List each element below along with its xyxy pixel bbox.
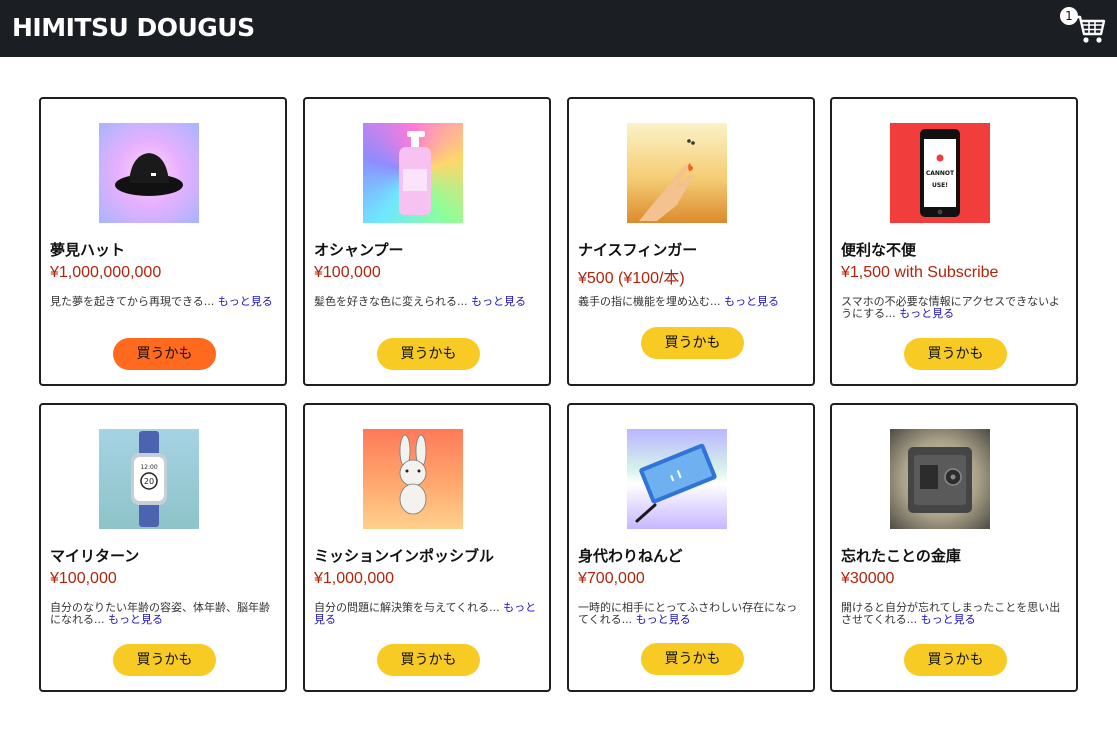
buy-button[interactable]: 買うかも	[904, 644, 1007, 676]
product-price: ¥1,000,000,000	[50, 264, 162, 281]
cart-button[interactable]: 1	[1060, 7, 1108, 49]
phone-text-line-2: USE!	[932, 182, 948, 189]
product-description: 開けると自分が忘れてしまったことを思い出させてくれる... もっと見る	[841, 601, 1061, 626]
product-name[interactable]: 身代わりねんど	[578, 545, 683, 566]
bunny-plush-icon	[399, 434, 427, 515]
product-name[interactable]: ナイスフィンガー	[578, 239, 697, 260]
buy-button[interactable]: 買うかも	[641, 643, 744, 675]
black-bucket-hat-icon	[115, 153, 183, 196]
safe-icon	[908, 447, 972, 513]
product-description: 一時的に相手にとってふさわしい存在になってくれる... もっと見る	[578, 601, 798, 626]
product-name[interactable]: 夢見ハット	[50, 239, 125, 260]
clay-tablet-icon	[635, 443, 717, 523]
brand-title: HIMITSU DOUGUS	[12, 13, 255, 42]
phone-cannot-use-icon: CANNOT USE!	[920, 129, 960, 217]
product-price: ¥1,000,000	[314, 570, 395, 587]
product-image[interactable]: CANNOT USE!	[890, 123, 990, 223]
hand-finger-icon	[639, 139, 695, 221]
product-name[interactable]: マイリターン	[50, 545, 139, 566]
buy-button[interactable]: 買うかも	[113, 644, 216, 676]
buy-button[interactable]: 買うかも	[904, 338, 1007, 370]
smartwatch-icon: 12:00 20	[131, 431, 167, 527]
product-image[interactable]	[363, 123, 463, 223]
product-card: 12:00 20 マイリターン ¥100,000 自分のなりたい年齢の容姿、体年…	[39, 403, 287, 692]
product-name[interactable]: 便利な不便	[841, 239, 916, 260]
product-card: CANNOT USE! 便利な不便 ¥1,500 with Subscribe …	[830, 97, 1078, 386]
more-link[interactable]: もっと見る	[636, 613, 691, 626]
more-link[interactable]: もっと見る	[218, 295, 273, 308]
product-image[interactable]: 12:00 20	[99, 429, 199, 529]
product-card: 夢見ハット ¥1,000,000,000 見た夢を起きてから再現できる... も…	[39, 97, 287, 386]
product-card: 身代わりねんど ¥700,000 一時的に相手にとってふさわしい存在になってくれ…	[567, 403, 815, 692]
product-price: ¥100,000	[314, 264, 381, 281]
buy-button[interactable]: 買うかも	[377, 338, 480, 370]
more-link[interactable]: もっと見る	[471, 295, 526, 308]
product-name[interactable]: ミッションインポッシブル	[314, 545, 494, 566]
product-card: ナイスフィンガー ¥500 (¥100/本) 義手の指に機能を埋め込む... も…	[567, 97, 815, 386]
product-description: 見た夢を起きてから再現できる... もっと見る	[50, 295, 273, 308]
watch-time: 12:00	[140, 464, 157, 471]
buy-button[interactable]: 買うかも	[113, 338, 216, 370]
more-link[interactable]: もっと見る	[921, 613, 976, 626]
product-image[interactable]	[363, 429, 463, 529]
product-card: オシャンプー ¥100,000 髪色を好きな色に変えられる... もっと見る 買…	[303, 97, 551, 386]
product-price: ¥30000	[841, 570, 895, 587]
buy-button[interactable]: 買うかも	[641, 327, 744, 359]
more-link[interactable]: もっと見る	[724, 295, 779, 308]
product-description: 髪色を好きな色に変えられる... もっと見る	[314, 295, 526, 308]
shampoo-bottle-icon	[399, 131, 431, 215]
buy-button[interactable]: 買うかも	[377, 644, 480, 676]
product-name[interactable]: 忘れたことの金庫	[841, 545, 961, 566]
phone-text-line-1: CANNOT	[926, 170, 955, 177]
product-name[interactable]: オシャンプー	[314, 239, 404, 260]
product-description: 義手の指に機能を埋め込む... もっと見る	[578, 295, 779, 308]
more-link[interactable]: もっと見る	[108, 613, 163, 626]
product-price: ¥1,500 with Subscribe	[841, 264, 999, 281]
cart-icon	[1075, 15, 1106, 43]
watch-number: 20	[144, 477, 154, 486]
more-link[interactable]: もっと見る	[899, 307, 954, 320]
product-price: ¥500 (¥100/本)	[578, 270, 685, 287]
product-image[interactable]	[890, 429, 990, 529]
product-price: ¥700,000	[578, 570, 645, 587]
product-image[interactable]	[627, 123, 727, 223]
product-image[interactable]	[627, 429, 727, 529]
product-description: スマホの不必要な情報にアクセスできないようにする... もっと見る	[841, 295, 1060, 320]
product-description: 自分の問題に解決策を与えてくれる... もっと見る	[314, 601, 537, 626]
product-price: ¥100,000	[50, 570, 117, 587]
product-image[interactable]	[99, 123, 199, 223]
product-card: ミッションインポッシブル ¥1,000,000 自分の問題に解決策を与えてくれる…	[303, 403, 551, 692]
top-bar: HIMITSU DOUGUS 1	[0, 0, 1117, 57]
product-card: 忘れたことの金庫 ¥30000 開けると自分が忘れてしまったことを思い出させてく…	[830, 403, 1078, 692]
product-description: 自分のなりたい年齢の容姿、体年齢、脳年齢になれる... もっと見る	[50, 601, 270, 626]
cart-count-badge: 1	[1060, 7, 1078, 25]
